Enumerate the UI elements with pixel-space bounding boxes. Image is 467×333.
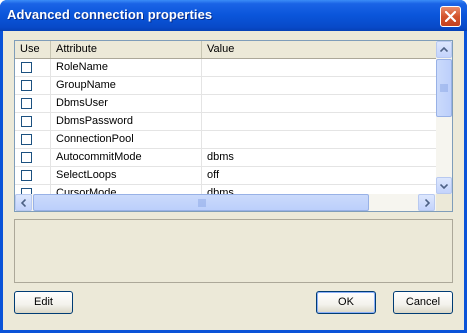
column-header-use[interactable]: Use — [15, 41, 51, 58]
vertical-scrollbar[interactable] — [436, 41, 452, 194]
chevron-down-icon — [440, 184, 448, 189]
use-cell — [15, 95, 51, 112]
value-cell[interactable] — [202, 59, 436, 76]
horizontal-scroll-thumb[interactable] — [33, 194, 369, 211]
chevron-right-icon — [425, 199, 430, 207]
dialog-body: Use Attribute Value RoleName GroupName Dbm… — [3, 31, 464, 330]
scroll-left-button[interactable] — [15, 194, 32, 211]
table-row[interactable]: AutocommitMode dbms — [15, 149, 436, 167]
attribute-cell[interactable]: AutocommitMode — [51, 149, 202, 166]
chevron-left-icon — [21, 199, 26, 207]
use-checkbox[interactable] — [21, 170, 32, 181]
grid-header: Use Attribute Value — [15, 41, 436, 59]
attribute-cell[interactable]: ConnectionPool — [51, 131, 202, 148]
description-panel — [14, 219, 453, 283]
attribute-cell[interactable]: GroupName — [51, 77, 202, 94]
properties-grid: Use Attribute Value RoleName GroupName Dbm… — [14, 40, 453, 212]
grid-rows: RoleName GroupName DbmsUser DbmsPassword Con… — [15, 59, 436, 203]
edit-button[interactable]: Edit — [14, 291, 73, 314]
close-icon — [445, 11, 456, 22]
use-checkbox[interactable] — [21, 80, 32, 91]
use-cell — [15, 149, 51, 166]
attribute-cell[interactable]: RoleName — [51, 59, 202, 76]
attribute-cell[interactable]: DbmsUser — [51, 95, 202, 112]
value-cell[interactable] — [202, 131, 436, 148]
column-header-value[interactable]: Value — [202, 41, 436, 58]
use-checkbox[interactable] — [21, 62, 32, 73]
title-bar[interactable]: Advanced connection properties — [0, 0, 467, 31]
use-checkbox[interactable] — [21, 98, 32, 109]
horizontal-scrollbar[interactable] — [15, 194, 436, 211]
cancel-button[interactable]: Cancel — [393, 291, 453, 314]
dialog-window: Advanced connection properties Use Attri… — [0, 0, 467, 333]
use-checkbox[interactable] — [21, 134, 32, 145]
table-row[interactable]: RoleName — [15, 59, 436, 77]
grip-icon — [198, 199, 206, 207]
value-cell[interactable] — [202, 113, 436, 130]
use-cell — [15, 113, 51, 130]
value-cell[interactable] — [202, 95, 436, 112]
value-cell[interactable]: off — [202, 167, 436, 184]
use-cell — [15, 77, 51, 94]
scroll-right-button[interactable] — [418, 194, 435, 211]
dialog-title: Advanced connection properties — [7, 7, 213, 22]
table-row[interactable]: DbmsUser — [15, 95, 436, 113]
grip-icon — [440, 84, 448, 92]
table-row[interactable]: DbmsPassword — [15, 113, 436, 131]
use-checkbox[interactable] — [21, 152, 32, 163]
scroll-down-button[interactable] — [436, 177, 452, 194]
use-checkbox[interactable] — [21, 116, 32, 127]
table-row[interactable]: SelectLoops off — [15, 167, 436, 185]
scrollbar-corner — [436, 194, 452, 211]
use-cell — [15, 167, 51, 184]
chevron-up-icon — [440, 47, 448, 52]
close-button[interactable] — [440, 6, 461, 27]
attribute-cell[interactable]: SelectLoops — [51, 167, 202, 184]
table-row[interactable]: GroupName — [15, 77, 436, 95]
vertical-scroll-thumb[interactable] — [436, 59, 452, 117]
scroll-up-button[interactable] — [436, 41, 452, 58]
table-row[interactable]: ConnectionPool — [15, 131, 436, 149]
value-cell[interactable]: dbms — [202, 149, 436, 166]
column-header-attribute[interactable]: Attribute — [51, 41, 202, 58]
use-cell — [15, 59, 51, 76]
ok-button[interactable]: OK — [316, 291, 376, 314]
value-cell[interactable] — [202, 77, 436, 94]
use-cell — [15, 131, 51, 148]
attribute-cell[interactable]: DbmsPassword — [51, 113, 202, 130]
